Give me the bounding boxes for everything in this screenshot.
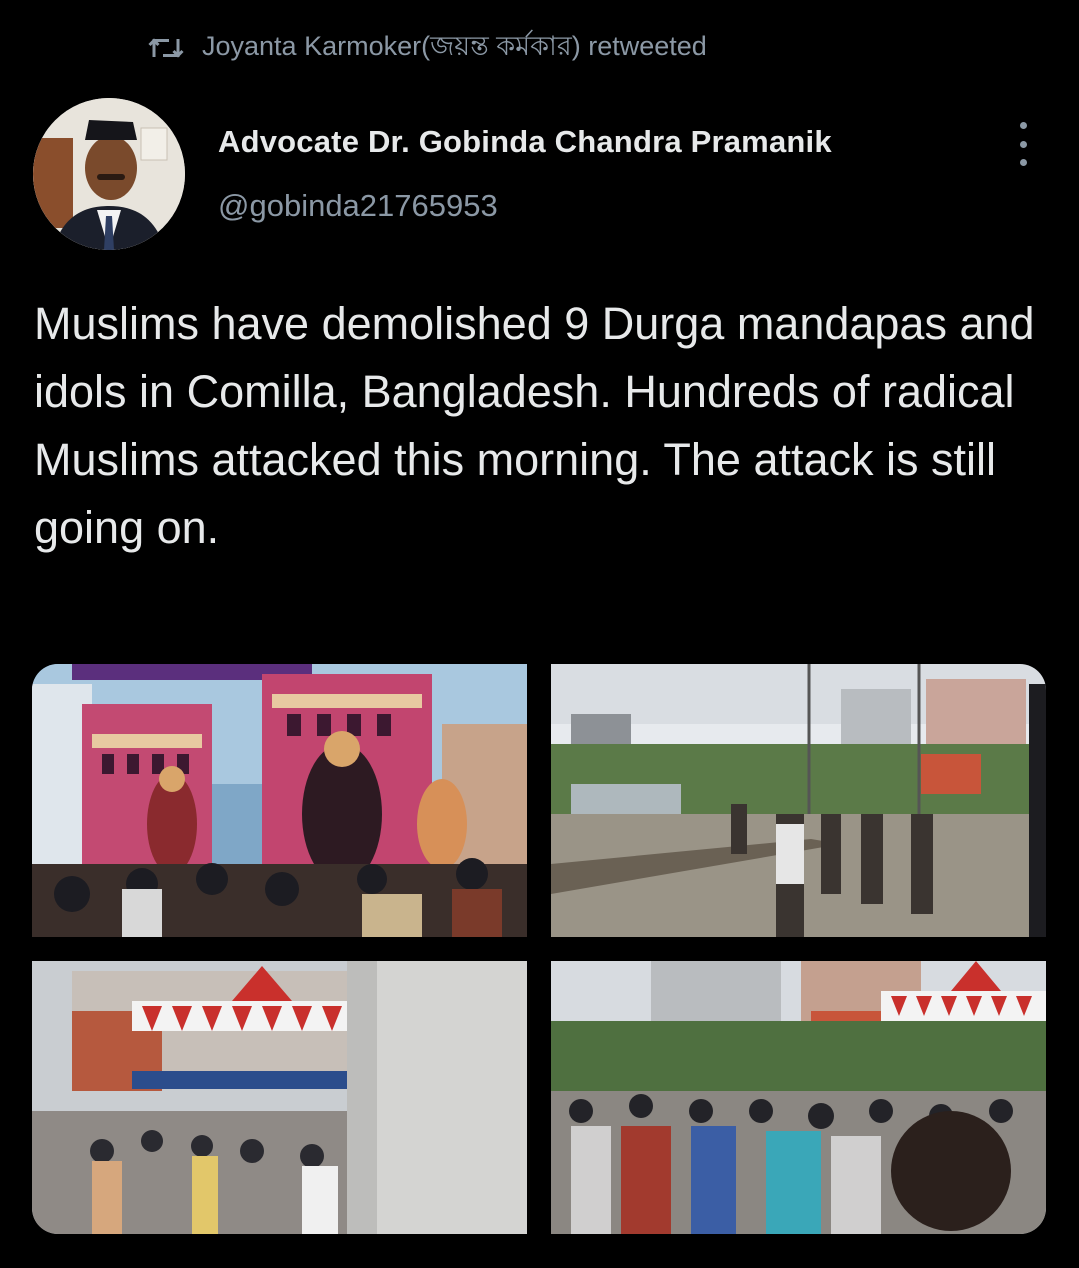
retweet-label: Joyanta Karmoker(জয়ন্ত কর্মকার) retweet… [202,30,707,61]
more-dot [1019,159,1027,166]
photo-pandal-crowd [32,961,527,1234]
media-grid [32,664,1046,1234]
photo-mandap-idols [32,664,527,937]
media-photo-4[interactable] [551,961,1046,1234]
photo-street-crowd [551,664,1046,937]
media-photo-3[interactable] [32,961,527,1234]
more-dot [1019,140,1027,148]
more-options-icon[interactable] [1005,122,1041,166]
tweet-text: Muslims have demolished 9 Durga mandapas… [34,298,1035,553]
avatar[interactable] [33,98,185,250]
photo-crowd-running [551,961,1046,1234]
retweet-icon [148,38,184,58]
media-photo-1[interactable] [32,664,527,937]
author-handle[interactable]: @gobinda21765953 [218,188,498,224]
more-dot [1019,122,1027,129]
author-name[interactable]: Advocate Dr. Gobinda Chandra Pramanik [218,124,832,160]
media-photo-2[interactable] [551,664,1046,937]
retweet-context[interactable]: Joyanta Karmoker(জয়ন্ত কর্মকার) retweet… [148,28,707,68]
